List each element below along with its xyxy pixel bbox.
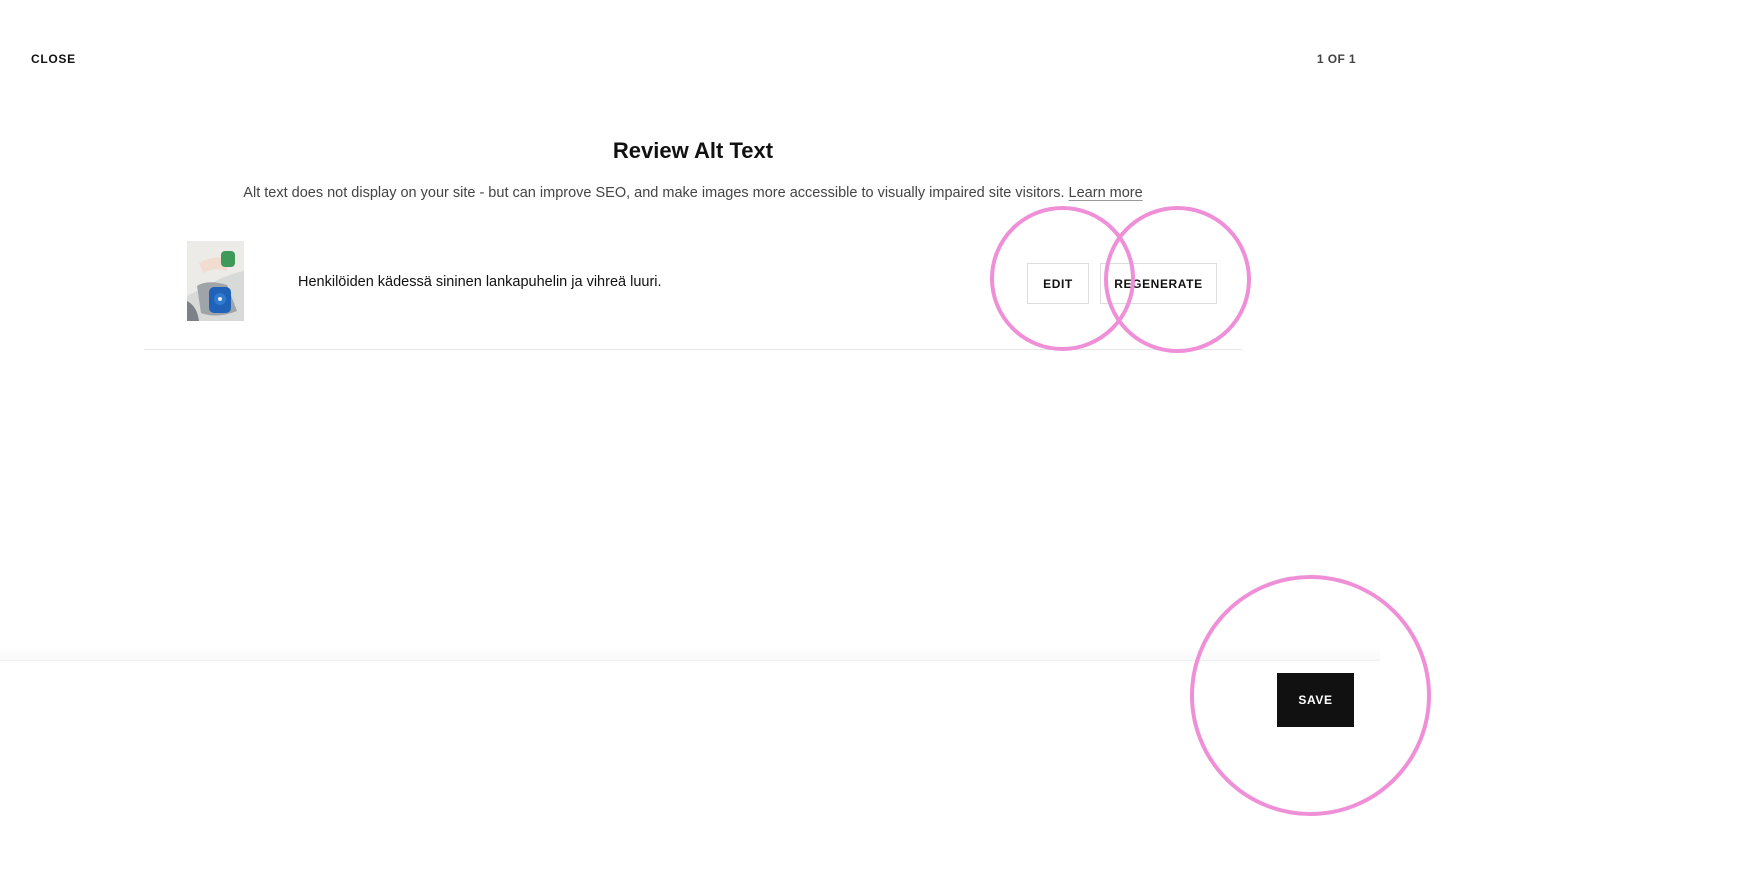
save-button[interactable]: SAVE <box>1277 673 1354 727</box>
page-title: Review Alt Text <box>612 138 774 163</box>
page-counter: 1 OF 1 <box>1316 52 1356 66</box>
description: Alt text does not display on your site -… <box>0 185 1386 201</box>
phone-photo-image <box>187 241 244 321</box>
edit-button[interactable]: EDIT <box>1027 263 1089 304</box>
close-button[interactable]: CLOSE <box>31 52 76 66</box>
description-text: Alt text does not display on your site -… <box>243 185 1065 201</box>
alt-text-value: Henkilöiden kädessä sininen lankapuhelin… <box>298 274 662 290</box>
regenerate-button[interactable]: REGENERATE <box>1100 263 1217 304</box>
alt-text-review-page: CLOSE 1 OF 1 Review Alt Text Alt text do… <box>0 0 1750 875</box>
alt-text-row: Henkilöiden kädessä sininen lankapuhelin… <box>144 228 1242 350</box>
footer-divider-shadow <box>0 646 1380 660</box>
learn-more-link[interactable]: Learn more <box>1069 185 1143 201</box>
image-thumbnail <box>187 241 244 321</box>
footer-bar <box>0 660 1380 875</box>
review-panel: CLOSE 1 OF 1 Review Alt Text Alt text do… <box>0 0 1380 875</box>
